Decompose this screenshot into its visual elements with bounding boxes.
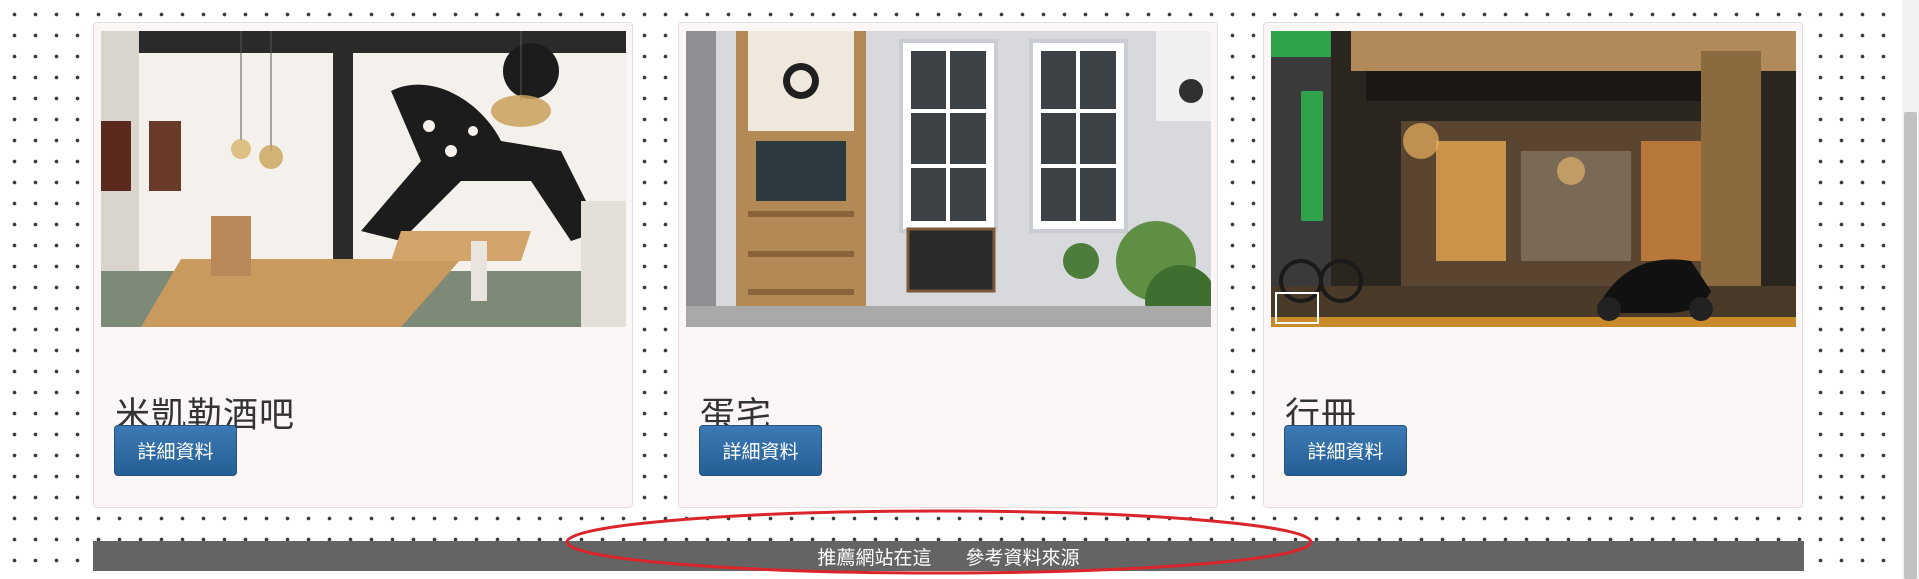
recommended-sites-link[interactable]: 推薦網站在這 [817, 543, 931, 570]
details-button[interactable]: 詳細資料 [114, 425, 237, 476]
details-button[interactable]: 詳細資料 [699, 425, 822, 476]
references-link[interactable]: 參考資料來源 [966, 543, 1080, 570]
card-michael-bar: 米凱勒酒吧 詳細資料 [93, 22, 633, 508]
bar-interior-photo [101, 31, 626, 327]
card-hangce: 行冊 詳細資料 [1263, 22, 1803, 508]
details-button[interactable]: 詳細資料 [1284, 425, 1407, 476]
footer-bar: 推薦網站在這 參考資料來源 [93, 541, 1804, 571]
shop-front-photo [686, 31, 1211, 327]
scrollbar-thumb[interactable] [1904, 112, 1917, 579]
cafe-night-photo [1271, 31, 1796, 327]
card-egg-house: 蛋宅 詳細資料 [678, 22, 1218, 508]
